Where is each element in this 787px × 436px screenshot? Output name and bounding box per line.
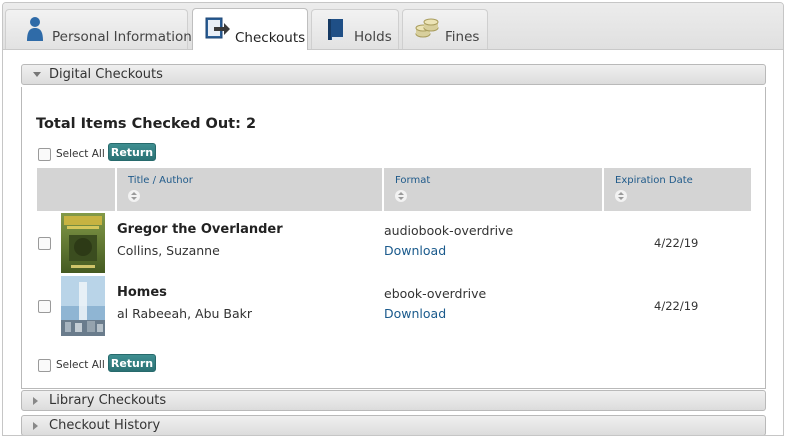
item-author: Collins, Suzanne: [117, 243, 220, 258]
tab-bar: Personal Information Checkouts Holds Fin…: [3, 3, 783, 50]
select-all-label: Select All: [56, 359, 105, 371]
panel-title: Digital Checkouts: [49, 67, 163, 82]
digital-checkouts-body: Total Items Checked Out: 2 Select All Re…: [21, 87, 766, 389]
library-checkouts-header[interactable]: Library Checkouts: [21, 390, 766, 411]
select-all-checkbox[interactable]: [38, 359, 51, 372]
item-author: al Rabeeah, Abu Bakr: [117, 306, 253, 321]
chevron-right-icon: [33, 397, 38, 405]
cover-art: [61, 276, 105, 336]
tab-personal-information[interactable]: Personal Information: [5, 9, 192, 49]
account-panel: Personal Information Checkouts Holds Fin…: [2, 2, 784, 436]
download-link[interactable]: Download: [384, 306, 446, 321]
tab-label: Fines: [445, 29, 480, 45]
column-header-expiration-date[interactable]: Expiration Date: [602, 168, 751, 211]
coins-icon: [415, 18, 439, 46]
total-items-checked-out: Total Items Checked Out: 2: [36, 116, 257, 132]
item-checkbox[interactable]: [38, 237, 51, 250]
panel-title: Checkout History: [49, 418, 161, 433]
select-all-checkbox[interactable]: [38, 148, 51, 161]
digital-checkouts-header[interactable]: Digital Checkouts: [21, 64, 766, 85]
tab-label: Holds: [354, 29, 392, 45]
book-cover-image: [61, 213, 105, 273]
panel-title: Library Checkouts: [49, 393, 167, 408]
book-icon: [326, 18, 346, 46]
return-button[interactable]: Return: [108, 354, 156, 372]
sort-icon[interactable]: [615, 190, 627, 202]
book-cover-image: [61, 276, 105, 336]
table-header: Title / Author Format Expiration Date: [37, 168, 751, 211]
expiration-date: 4/22/19: [654, 236, 699, 250]
checkout-history-header[interactable]: Checkout History: [21, 415, 766, 435]
item-title[interactable]: Gregor the Overlander: [117, 222, 283, 237]
tab-fines[interactable]: Fines: [402, 9, 488, 49]
column-label: Title / Author: [128, 175, 193, 186]
person-icon: [26, 16, 44, 46]
expiration-date: 4/22/19: [654, 299, 699, 313]
column-label: Expiration Date: [615, 175, 693, 186]
item-title[interactable]: Homes: [117, 285, 167, 300]
item-format: ebook-overdrive: [384, 286, 487, 301]
checkout-icon: [205, 17, 231, 45]
select-all-label: Select All: [56, 148, 105, 160]
item-checkbox[interactable]: [38, 300, 51, 313]
return-button[interactable]: Return: [108, 143, 156, 161]
tab-checkouts[interactable]: Checkouts: [192, 8, 308, 50]
chevron-down-icon: [33, 72, 41, 77]
column-header-title-author[interactable]: Title / Author: [115, 168, 382, 211]
tab-label: Checkouts: [235, 30, 306, 46]
download-link[interactable]: Download: [384, 243, 446, 258]
sort-icon[interactable]: [128, 190, 140, 202]
column-label: Format: [395, 175, 431, 186]
tab-label: Personal Information: [52, 29, 192, 45]
cover-art: [61, 213, 105, 273]
column-header-select: [37, 168, 115, 211]
column-header-format[interactable]: Format: [382, 168, 602, 211]
tab-holds[interactable]: Holds: [311, 9, 399, 49]
chevron-right-icon: [33, 422, 38, 430]
item-format: audiobook-overdrive: [384, 223, 514, 238]
sort-icon[interactable]: [395, 190, 407, 202]
